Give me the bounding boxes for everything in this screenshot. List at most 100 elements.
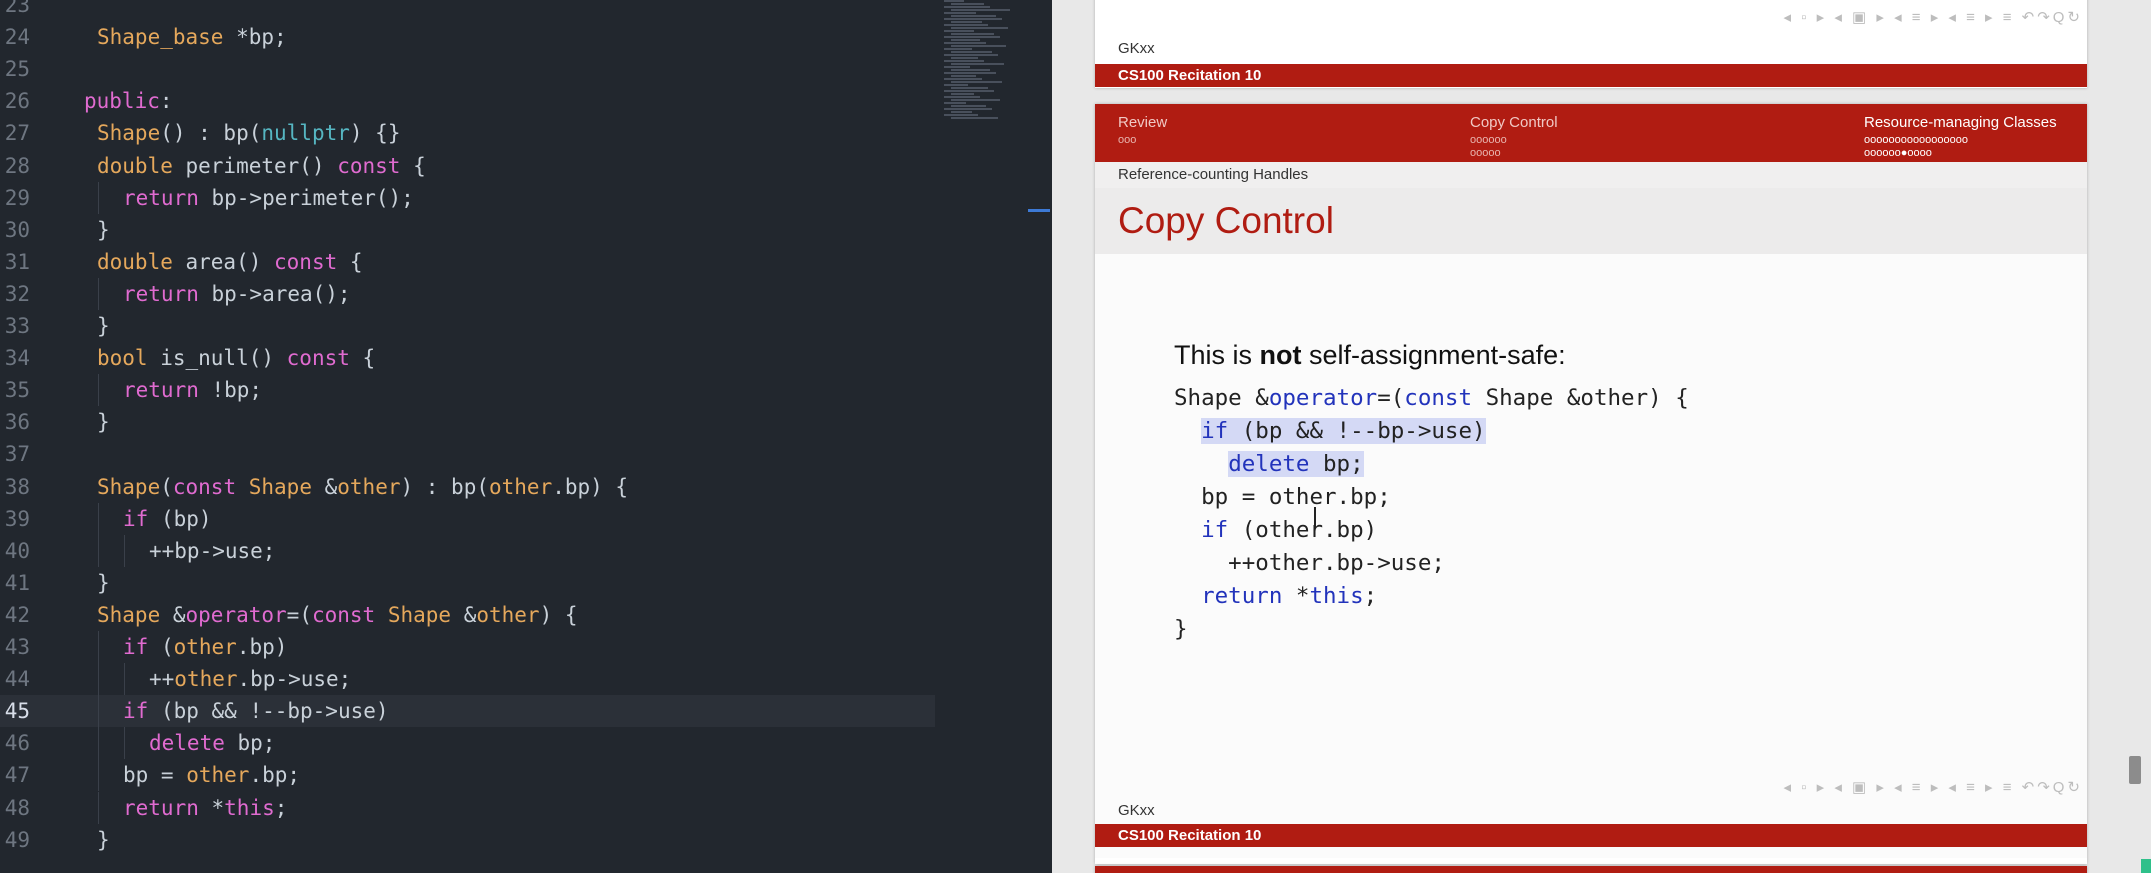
code-text: return bp->perimeter();: [123, 185, 414, 210]
line-number: 31: [4, 249, 30, 274]
code-text: return *this;: [123, 795, 288, 820]
code-text: }: [97, 217, 110, 242]
code-text: }: [97, 827, 110, 852]
code-text: }: [97, 570, 110, 595]
editor-line[interactable]: 34 bool is_null() const {: [0, 342, 935, 374]
minimap-line: [951, 105, 986, 107]
editor-line[interactable]: 35 return !bp;: [0, 374, 935, 407]
editor-line[interactable]: 47 bp = other.bp;: [0, 759, 935, 792]
minimap-line: [951, 39, 980, 41]
minimap-line: [951, 57, 978, 59]
indent-guide: [98, 759, 99, 792]
editor-line[interactable]: 29 return bp->perimeter();: [0, 181, 935, 214]
indent-guide: [98, 631, 99, 663]
minimap-line: [951, 75, 976, 77]
minimap-line: [944, 48, 972, 50]
indent-guide: [98, 727, 99, 760]
code-text: return !bp;: [123, 378, 263, 403]
minimap-line: [951, 99, 1000, 101]
line-number: 36: [4, 410, 30, 435]
section-review[interactable]: Review: [1118, 114, 1167, 131]
editor-line[interactable]: 39 if (bp): [0, 502, 935, 535]
line-number: 40: [4, 538, 30, 563]
minimap-line: [951, 9, 1010, 11]
section-resource-managing[interactable]: Resource-managing Classes: [1864, 114, 2057, 131]
line-number: 49: [4, 827, 30, 852]
line-number: 34: [4, 346, 30, 371]
editor-line[interactable]: 31 double area() const {: [0, 246, 935, 278]
minimap-line: [951, 51, 992, 53]
editor-line[interactable]: 25: [0, 53, 935, 85]
minimap-line: [944, 36, 1000, 38]
editor-line[interactable]: 33}: [0, 310, 935, 342]
section-copy-control[interactable]: Copy Control: [1470, 114, 1558, 131]
code-text: Shape() : bp(nullptr) {}: [97, 121, 401, 146]
listing-line: }: [1174, 616, 1188, 642]
minimap-line: [951, 3, 984, 5]
viewer-scrollbar-thumb[interactable]: [2129, 756, 2141, 784]
line-number: 27: [4, 121, 30, 146]
editor-line[interactable]: 38 Shape(const Shape &other) : bp(other.b…: [0, 471, 935, 503]
editor-line[interactable]: 30}: [0, 214, 935, 246]
editor-line[interactable]: 37: [0, 438, 935, 470]
code-text: bp = other.bp;: [123, 763, 301, 788]
minimap-line: [944, 114, 978, 116]
editor-line[interactable]: 41}: [0, 567, 935, 599]
indent-guide: [98, 663, 99, 696]
scrollbar-marker[interactable]: [1028, 209, 1050, 212]
minimap-line: [944, 6, 990, 8]
minimap-line: [944, 78, 982, 80]
minimap[interactable]: [944, 0, 1014, 130]
indent-guide: [98, 695, 99, 728]
editor-line[interactable]: 46 delete bp;: [0, 727, 935, 760]
code-text: Shape(const Shape &other) : bp(other.bp)…: [97, 474, 629, 499]
indent-guide: [98, 502, 99, 535]
pdf-viewer[interactable]: ◂ ▫ ▸ ◂ ▣ ▸ ◂ ≡ ▸ ◂ ≡ ▸ ≡ ↶↷Q↻ GKxx CS10…: [1052, 0, 2151, 873]
slide-page-current: Review ooo Copy Control oooooo ooooo Reso…: [1095, 104, 2087, 864]
editor-line[interactable]: 49}: [0, 824, 935, 856]
indent-guide: [98, 181, 99, 214]
editor-line[interactable]: 45 if (bp && !--bp->use): [0, 695, 935, 728]
line-number: 42: [4, 602, 30, 627]
editor-line[interactable]: 23: [0, 0, 935, 21]
slide-intro-text: This is not self-assignment-safe:: [1174, 340, 1566, 370]
beamer-nav-symbols-bottom[interactable]: ◂ ▫ ▸ ◂ ▣ ▸ ◂ ≡ ▸ ◂ ≡ ▸ ≡ ↶↷Q↻: [1783, 778, 2083, 796]
editor-line[interactable]: 26 public:: [0, 85, 935, 117]
minimap-line: [944, 96, 980, 98]
minimap-line: [944, 30, 974, 32]
editor-line[interactable]: 28 double perimeter() const {: [0, 150, 935, 182]
section-resource-managing-progress: ooooooooooooooooo oooooo●oooo: [1864, 134, 1969, 159]
line-number: 33: [4, 314, 30, 338]
code-editor[interactable]: 23 24 Shape_base *bp; 25 26 public: 27 Shape() …: [0, 0, 1052, 873]
editor-line[interactable]: 40 ++bp->use;: [0, 534, 935, 567]
code-text: }: [97, 314, 110, 338]
editor-line[interactable]: 24 Shape_base *bp;: [0, 21, 935, 53]
indent-guide: [98, 791, 99, 824]
section-copy-control-progress: oooooo ooooo: [1470, 134, 1507, 159]
minimap-line: [944, 72, 996, 74]
code-text: if (other.bp): [123, 635, 288, 659]
minimap-line: [944, 54, 998, 56]
line-number: 28: [4, 153, 30, 178]
editor-line[interactable]: 43 if (other.bp): [0, 631, 935, 663]
indent-guide: [124, 663, 125, 696]
editor-line[interactable]: 27 Shape() : bp(nullptr) {}: [0, 117, 935, 149]
editor-line[interactable]: 44 ++other.bp->use;: [0, 663, 935, 696]
frame-title: Copy Control: [1118, 200, 1334, 241]
line-number: 24: [4, 25, 30, 50]
minimap-line: [944, 24, 988, 26]
editor-line[interactable]: 32 return bp->area();: [0, 277, 935, 310]
line-number: 48: [4, 795, 30, 820]
code-text: delete bp;: [149, 731, 276, 756]
minimap-line: [951, 27, 1008, 29]
code-text: Shape_base *bp;: [97, 25, 287, 50]
editor-line[interactable]: 42 Shape &operator=(const Shape &other) {: [0, 599, 935, 631]
code-text: }: [97, 410, 110, 435]
line-number: 25: [4, 57, 30, 82]
editor-line[interactable]: 36}: [0, 406, 935, 438]
line-number: 43: [4, 635, 30, 659]
beamer-nav-symbols[interactable]: ◂ ▫ ▸ ◂ ▣ ▸ ◂ ≡ ▸ ◂ ≡ ▸ ≡ ↶↷Q↻: [1783, 8, 2083, 26]
minimap-line: [944, 42, 986, 44]
editor-line[interactable]: 48 return *this;: [0, 791, 935, 824]
minimap-line: [951, 87, 988, 89]
